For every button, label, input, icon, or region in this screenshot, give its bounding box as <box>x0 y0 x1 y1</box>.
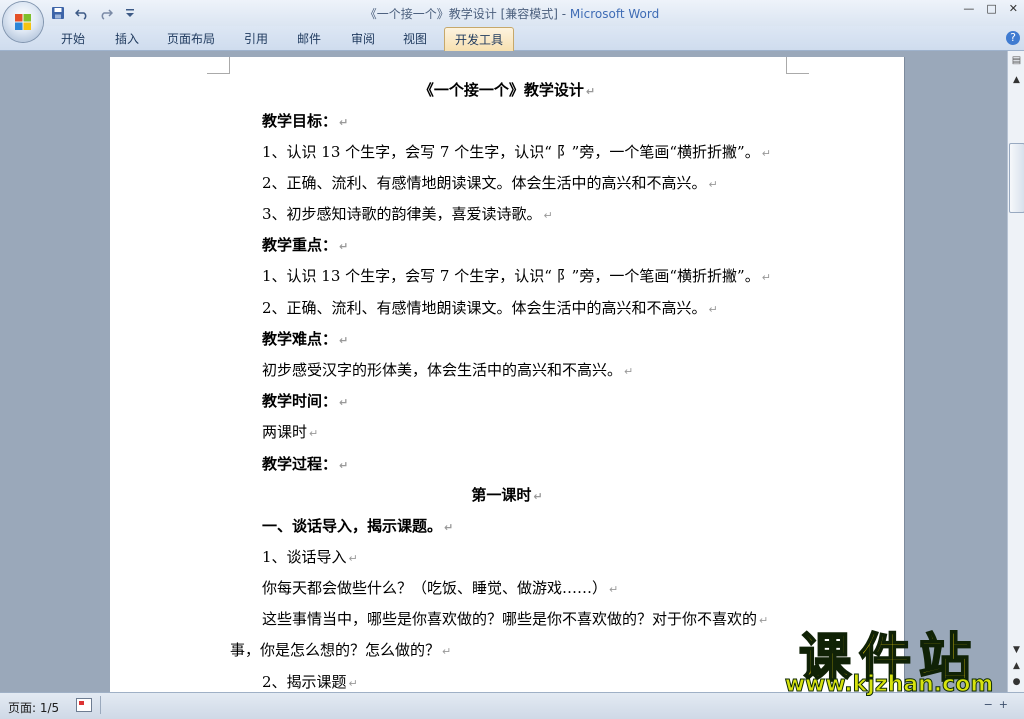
document-line: 第一课时 ↵ <box>471 486 543 504</box>
document-line: 教学重点： ↵ <box>262 236 349 254</box>
prev-page-icon[interactable]: ▲ <box>1009 659 1024 673</box>
proofing-icon[interactable] <box>76 698 92 712</box>
tab-home[interactable]: 开始 <box>61 30 85 47</box>
minimize-button[interactable]: — <box>963 2 974 15</box>
page-indicator[interactable]: 页面: 1/5 <box>8 699 59 716</box>
document-line: 一、谈话导入，揭示课题。 ↵ <box>262 517 454 535</box>
document-line: 教学难点： ↵ <box>262 330 349 348</box>
document-line: 1、认识 13 个生字，会写 7 个生字，认识“ ⻖”旁，一个笔画“横折折撇”。… <box>262 267 771 285</box>
document-line: 教学过程： ↵ <box>262 455 349 473</box>
document-line: 两课时 ↵ <box>262 423 319 441</box>
scroll-up-icon[interactable]: ▲ <box>1009 73 1024 87</box>
crop-mark-right <box>786 57 809 74</box>
help-icon[interactable]: ? <box>1006 31 1020 45</box>
ruler-toggle-icon[interactable]: ▤ <box>1010 54 1023 67</box>
tab-references[interactable]: 引用 <box>244 30 268 47</box>
ribbon-tabs: 开始 插入 页面布局 引用 邮件 审阅 视图 开发工具 <box>0 26 1024 52</box>
watermark: 课件站 www.kjzhan.com <box>771 616 1007 698</box>
status-divider <box>100 696 101 714</box>
document-line: 这些事情当中，哪些是你喜欢做的？哪些是你不喜欢做的？对于你不喜欢的 ↵ <box>262 610 769 628</box>
close-button[interactable]: ✕ <box>1009 2 1018 15</box>
tab-developer[interactable]: 开发工具 <box>444 27 515 52</box>
office-logo-icon <box>15 14 31 30</box>
scroll-thumb[interactable] <box>1009 143 1024 213</box>
document-line: 事，你是怎么想的？怎么做的？ ↵ <box>230 641 452 659</box>
scroll-down-icon[interactable]: ▼ <box>1009 643 1024 657</box>
tab-review[interactable]: 审阅 <box>351 30 375 47</box>
vertical-scrollbar[interactable]: ▤ ▲ ▼ ▲ ● <box>1007 51 1024 692</box>
restore-button[interactable]: □ <box>986 2 996 15</box>
document-line: 1、认识 13 个生字，会写 7 个生字，认识“ ⻖”旁，一个笔画“横折折撇”。… <box>262 143 771 161</box>
document-line: 2、揭示课题 ↵ <box>262 673 358 691</box>
zoom-in-icon[interactable]: + <box>999 698 1008 711</box>
document-page[interactable]: 《一个接一个》教学设计 ↵ 教学目标： ↵ 1、认识 13 个生字，会写 7 个生字，… <box>110 57 904 697</box>
office-button[interactable] <box>3 2 43 42</box>
title-bar: 《一个接一个》教学设计 [兼容模式] - Microsoft Word — □ … <box>0 0 1024 26</box>
document-line: 2、正确、流利、有感情地朗读课文。体会生活中的高兴和不高兴。 ↵ <box>262 299 718 317</box>
document-line: 3、初步感知诗歌的韵律美，喜爱读诗歌。 ↵ <box>262 205 553 223</box>
tab-insert[interactable]: 插入 <box>115 30 139 47</box>
view-controls: − + <box>984 698 1008 711</box>
watermark-url: www.kjzhan.com <box>784 672 994 698</box>
crop-mark-left <box>207 57 230 74</box>
window-title: 《一个接一个》教学设计 [兼容模式] - Microsoft Word <box>364 7 660 21</box>
document-line: 教学目标： ↵ <box>262 112 349 130</box>
document-title: 《一个接一个》教学设计 ↵ <box>418 81 596 99</box>
document-line: 2、正确、流利、有感情地朗读课文。体会生活中的高兴和不高兴。 ↵ <box>262 174 718 192</box>
document-line: 1、谈话导入 ↵ <box>262 548 358 566</box>
tab-page-layout[interactable]: 页面布局 <box>167 30 215 47</box>
document-line: 教学时间： ↵ <box>262 392 349 410</box>
window-controls: — □ ✕ <box>963 2 1018 15</box>
tab-view[interactable]: 视图 <box>403 30 427 47</box>
zoom-out-icon[interactable]: − <box>984 698 993 711</box>
document-line: 你每天都会做些什么？（吃饭、睡觉、做游戏……） ↵ <box>262 579 619 597</box>
browse-object-icon[interactable]: ● <box>1009 675 1024 689</box>
tab-mailings[interactable]: 邮件 <box>297 30 321 47</box>
document-line: 初步感受汉字的形体美，体会生活中的高兴和不高兴。 ↵ <box>262 361 634 379</box>
